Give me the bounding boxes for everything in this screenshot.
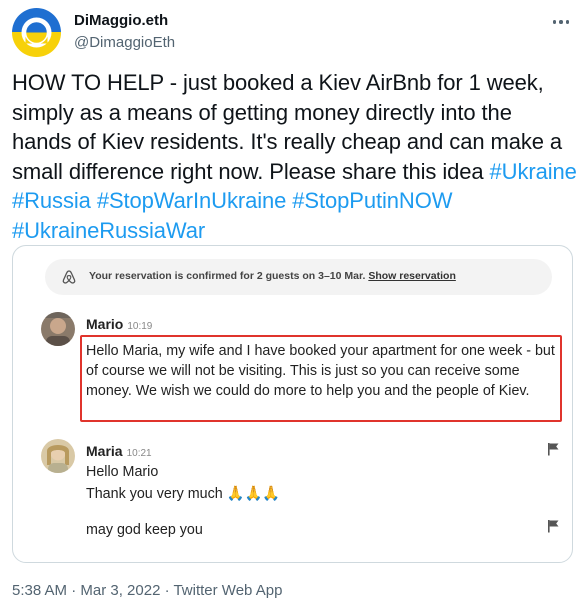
- airbnb-logo-icon: [62, 270, 76, 284]
- message-text: Thank you very much 🙏🙏🙏: [86, 486, 281, 502]
- hashtag-link[interactable]: #UkraineRussiaWar: [12, 218, 205, 243]
- message-sender: Maria 10:21: [86, 443, 152, 459]
- attached-image[interactable]: Your reservation is confirmed for 2 gues…: [12, 245, 573, 563]
- hashtag-link[interactable]: #StopPutinNOW: [292, 188, 452, 213]
- author-avatar[interactable]: [12, 8, 61, 57]
- tweet-header: DiMaggio.eth @DimaggioEth: [12, 8, 573, 58]
- show-reservation-link[interactable]: Show reservation: [368, 270, 456, 282]
- message-text: Hello Mario: [86, 464, 159, 480]
- flag-icon[interactable]: [546, 519, 560, 533]
- message-text: may god keep you: [86, 522, 203, 538]
- more-options-icon[interactable]: [549, 12, 573, 32]
- reservation-banner: Your reservation is confirmed for 2 gues…: [45, 259, 552, 295]
- message-time: 10:19: [127, 321, 153, 332]
- tweet-timestamp[interactable]: 5:38 AM · Mar 3, 2022 · Twitter Web App: [12, 582, 282, 599]
- tweet-text: HOW TO HELP - just booked a Kiev AirBnb …: [12, 68, 577, 245]
- message-text: Hello Maria, my wife and I have booked y…: [86, 343, 555, 399]
- flag-icon[interactable]: [546, 442, 560, 456]
- sender-name: Maria: [86, 443, 123, 459]
- ukraine-dao-logo-icon: [12, 8, 61, 57]
- hashtag-link[interactable]: #StopWarInUkraine: [97, 188, 287, 213]
- reservation-banner-text: Your reservation is confirmed for 2 gues…: [89, 270, 456, 282]
- hashtag-link[interactable]: #Ukraine: [490, 159, 577, 184]
- author-name[interactable]: DiMaggio.eth: [74, 12, 168, 29]
- author-handle[interactable]: @DimaggioEth: [74, 34, 175, 51]
- reservation-confirmation: Your reservation is confirmed for 2 gues…: [89, 270, 366, 282]
- tweet-body: HOW TO HELP - just booked a Kiev AirBnb …: [12, 70, 563, 184]
- maria-avatar: [41, 439, 75, 473]
- hashtag-link[interactable]: #Russia: [12, 188, 91, 213]
- sender-name: Mario: [86, 316, 124, 332]
- mario-avatar: [41, 312, 75, 346]
- message-sender: Mario 10:19: [86, 316, 152, 332]
- message-time: 10:21: [126, 448, 152, 459]
